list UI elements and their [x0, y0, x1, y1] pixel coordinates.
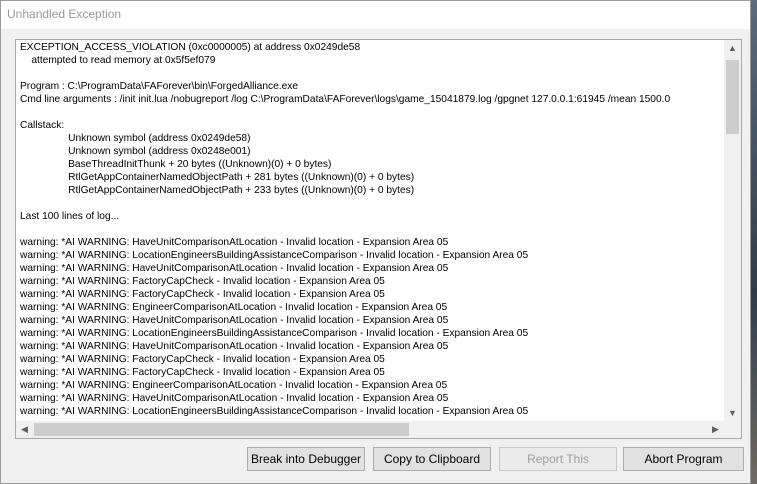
log-content: EXCEPTION_ACCESS_VIOLATION (0xc0000005) … [20, 41, 725, 421]
abort-program-button[interactable]: Abort Program [623, 447, 744, 471]
report-this-button: Report This [499, 447, 617, 471]
log-line: warning: *AI WARNING: FactoryCapCheck - … [20, 276, 385, 287]
log-line: Unknown symbol (address 0x0249de58) [20, 133, 251, 144]
break-into-debugger-button[interactable]: Break into Debugger [247, 447, 365, 471]
log-line: Unknown symbol (address 0x0248e001) [20, 146, 251, 157]
exception-dialog: Unhandled Exception EXCEPTION_ACCESS_VIO… [0, 0, 751, 484]
log-line: warning: *AI WARNING: FactoryCapCheck - … [20, 367, 385, 378]
horizontal-scrollbar[interactable]: ◀ ▶ [16, 421, 724, 438]
window-title: Unhandled Exception [7, 7, 122, 21]
log-line: EXCEPTION_ACCESS_VIOLATION (0xc0000005) … [20, 42, 361, 53]
copy-to-clipboard-button[interactable]: Copy to Clipboard [373, 447, 491, 471]
log-line: warning: *AI WARNING: EngineerComparison… [20, 380, 448, 391]
log-line: Callstack: [20, 120, 65, 131]
log-line: warning: *AI WARNING: FactoryCapCheck - … [20, 354, 385, 365]
log-line: warning: *AI WARNING: HaveUnitComparison… [20, 341, 449, 352]
log-textbox[interactable]: EXCEPTION_ACCESS_VIOLATION (0xc0000005) … [15, 39, 742, 439]
title-bar: Unhandled Exception [1, 1, 750, 29]
scrollbar-corner [724, 421, 741, 438]
log-line: BaseThreadInitThunk + 20 bytes ((Unknown… [20, 159, 332, 170]
log-line: Program : C:\ProgramData\FAForever\bin\F… [20, 81, 299, 92]
scroll-down-arrow-icon[interactable]: ▼ [724, 405, 741, 422]
scroll-left-arrow-icon[interactable]: ◀ [16, 421, 33, 438]
vertical-scrollbar[interactable]: ▲ ▼ [724, 40, 741, 422]
log-line: RtlGetAppContainerNamedObjectPath + 281 … [20, 172, 415, 183]
log-line: warning: *AI WARNING: EngineerComparison… [20, 302, 448, 313]
log-line: warning: *AI WARNING: HaveUnitComparison… [20, 315, 449, 326]
scroll-up-arrow-icon[interactable]: ▲ [724, 40, 741, 57]
horizontal-scroll-thumb[interactable] [34, 423, 409, 436]
scroll-right-arrow-icon[interactable]: ▶ [707, 421, 724, 438]
log-line: attempted to read memory at 0x5f5ef079 [20, 55, 216, 66]
log-line: Last 100 lines of log... [20, 211, 120, 222]
log-line: warning: *AI WARNING: HaveUnitComparison… [20, 263, 449, 274]
log-line: warning: *AI WARNING: HaveUnitComparison… [20, 237, 449, 248]
vertical-scroll-thumb[interactable] [726, 60, 739, 134]
log-line: warning: *AI WARNING: HaveUnitComparison… [20, 393, 449, 404]
log-line: Cmd line arguments : /init init.lua /nob… [20, 94, 671, 105]
desktop-background [751, 0, 757, 484]
log-line: warning: *AI WARNING: LocationEngineersB… [20, 406, 529, 417]
log-line: warning: *AI WARNING: LocationEngineersB… [20, 328, 529, 339]
log-line: RtlGetAppContainerNamedObjectPath + 233 … [20, 185, 415, 196]
log-line: warning: *AI WARNING: FactoryCapCheck - … [20, 289, 385, 300]
log-line: warning: *AI WARNING: LocationEngineersB… [20, 250, 529, 261]
